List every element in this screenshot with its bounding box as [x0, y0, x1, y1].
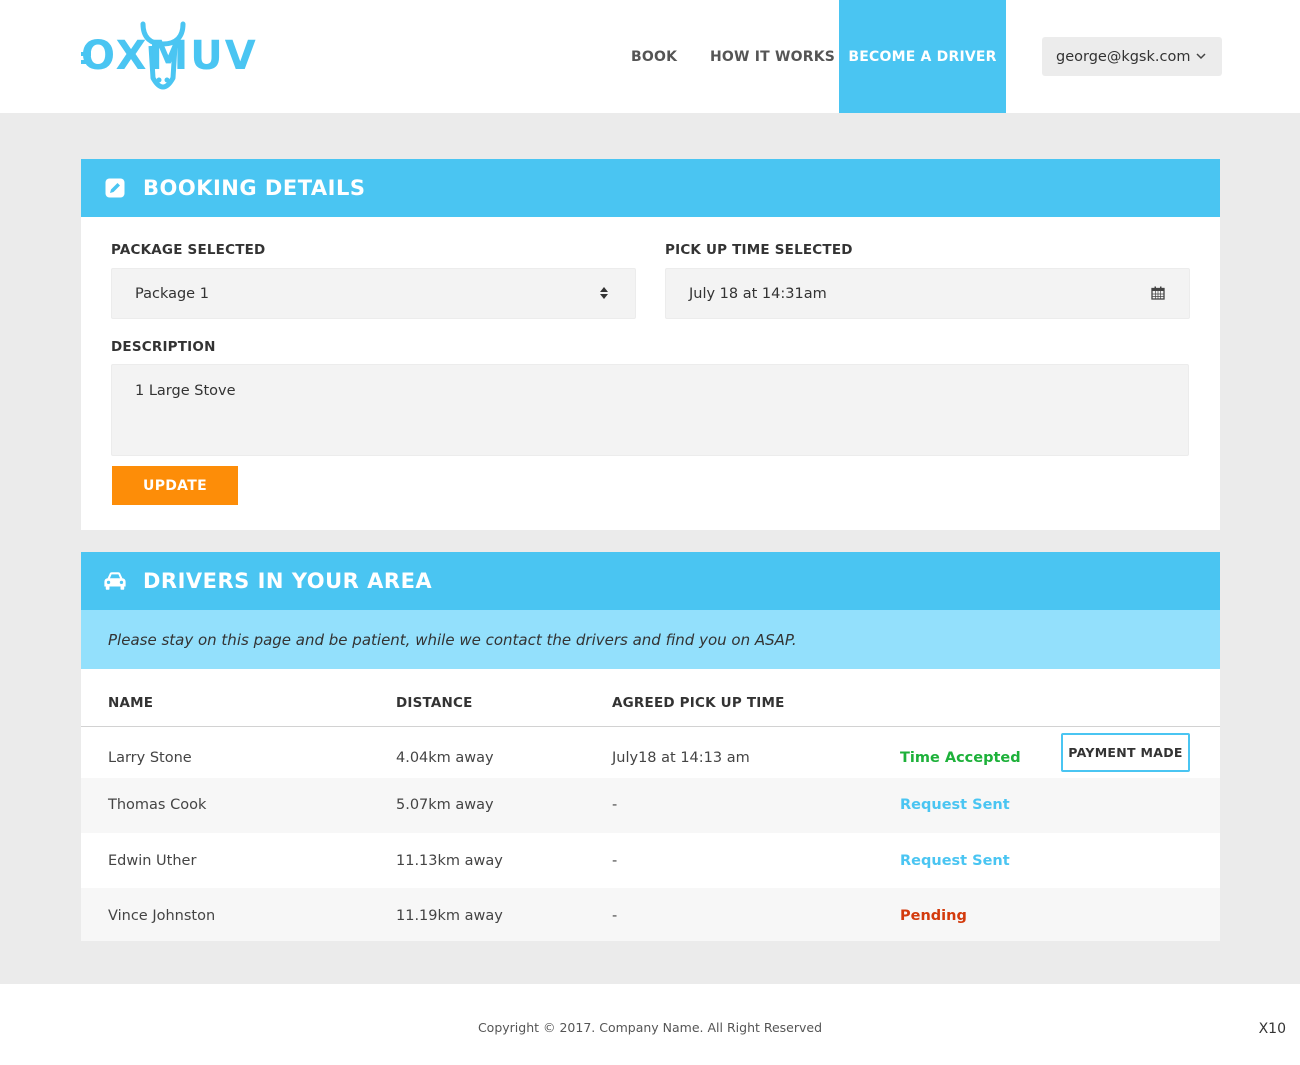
column-agreed-time: AGREED PICK UP TIME — [612, 695, 785, 711]
booking-details-title: BOOKING DETAILS — [143, 176, 366, 200]
calendar-icon — [1151, 286, 1165, 300]
copyright-text: Copyright © 2017. Company Name. All Righ… — [477, 1020, 823, 1035]
payment-made-button[interactable]: PAYMENT MADE — [1061, 733, 1190, 772]
nav-book[interactable]: BOOK — [631, 0, 677, 113]
pickup-value: July 18 at 14:31am — [689, 285, 827, 302]
drivers-notice: Please stay on this page and be patient,… — [81, 610, 1220, 669]
driver-distance: 5.07km away — [396, 797, 494, 813]
driver-name: Thomas Cook — [108, 797, 207, 813]
nav-become-driver[interactable]: BECOME A DRIVER — [839, 0, 1006, 113]
status-badge: Request Sent — [900, 797, 1010, 813]
table-row: Vince Johnston 11.19km away - Pending — [81, 888, 1220, 941]
driver-name: Vince Johnston — [108, 908, 216, 924]
driver-agreed-time: - — [612, 797, 618, 813]
update-button[interactable]: UPDATE — [112, 466, 238, 505]
booking-details-panel: BOOKING DETAILS PACKAGE SELECTED Package… — [81, 159, 1220, 530]
column-distance: DISTANCE — [396, 695, 473, 711]
edit-icon — [103, 176, 127, 200]
booking-details-header: BOOKING DETAILS — [81, 159, 1220, 217]
user-email: george@kgsk.com — [1056, 48, 1191, 65]
status-badge: Pending — [900, 908, 967, 924]
nav-how-it-works[interactable]: HOW IT WORKS — [710, 0, 835, 113]
package-select[interactable]: Package 1 — [111, 268, 636, 319]
driver-name: Edwin Uther — [108, 853, 197, 869]
table-row: Thomas Cook 5.07km away - Request Sent — [81, 778, 1220, 833]
driver-distance: 4.04km away — [396, 750, 494, 766]
description-value: 1 Large Stove — [135, 383, 236, 399]
oxmuv-logo[interactable]: OXMUV — [81, 18, 256, 98]
table-row: Larry Stone 4.04km away July18 at 14:13 … — [81, 727, 1220, 778]
status-badge: Request Sent — [900, 853, 1010, 869]
footer: Copyright © 2017. Company Name. All Righ… — [0, 984, 1300, 1065]
package-value: Package 1 — [135, 285, 209, 302]
drivers-title: DRIVERS IN YOUR AREA — [143, 569, 433, 593]
drivers-header: DRIVERS IN YOUR AREA — [81, 552, 1220, 610]
header: OXMUV BOOK HOW IT WORKS BECOME A DRIVER … — [0, 0, 1300, 113]
driver-distance: 11.19km away — [396, 908, 503, 924]
driver-distance: 11.13km away — [396, 853, 503, 869]
chevron-down-icon — [1196, 53, 1206, 60]
car-icon — [103, 569, 127, 593]
pickup-time-field[interactable]: July 18 at 14:31am — [665, 268, 1190, 319]
zoom-label: X10 — [1258, 1021, 1286, 1037]
user-account-dropdown[interactable]: george@kgsk.com — [1042, 37, 1222, 76]
drivers-panel: DRIVERS IN YOUR AREA Please stay on this… — [81, 552, 1220, 941]
status-badge: Time Accepted — [900, 750, 1021, 766]
package-label: PACKAGE SELECTED — [111, 242, 266, 258]
description-label: DESCRIPTION — [111, 339, 216, 355]
logo-text: OXMUV — [81, 33, 258, 79]
drivers-table-header: NAME DISTANCE AGREED PICK UP TIME — [81, 669, 1220, 727]
driver-name: Larry Stone — [108, 750, 192, 766]
pickup-label: PICK UP TIME SELECTED — [665, 242, 853, 258]
table-row: Edwin Uther 11.13km away - Request Sent — [81, 833, 1220, 888]
column-name: NAME — [108, 695, 154, 711]
driver-agreed-time: - — [612, 853, 618, 869]
driver-agreed-time: July18 at 14:13 am — [612, 750, 750, 766]
sort-icon — [600, 287, 608, 299]
description-textarea[interactable]: 1 Large Stove — [111, 364, 1189, 456]
driver-agreed-time: - — [612, 908, 618, 924]
